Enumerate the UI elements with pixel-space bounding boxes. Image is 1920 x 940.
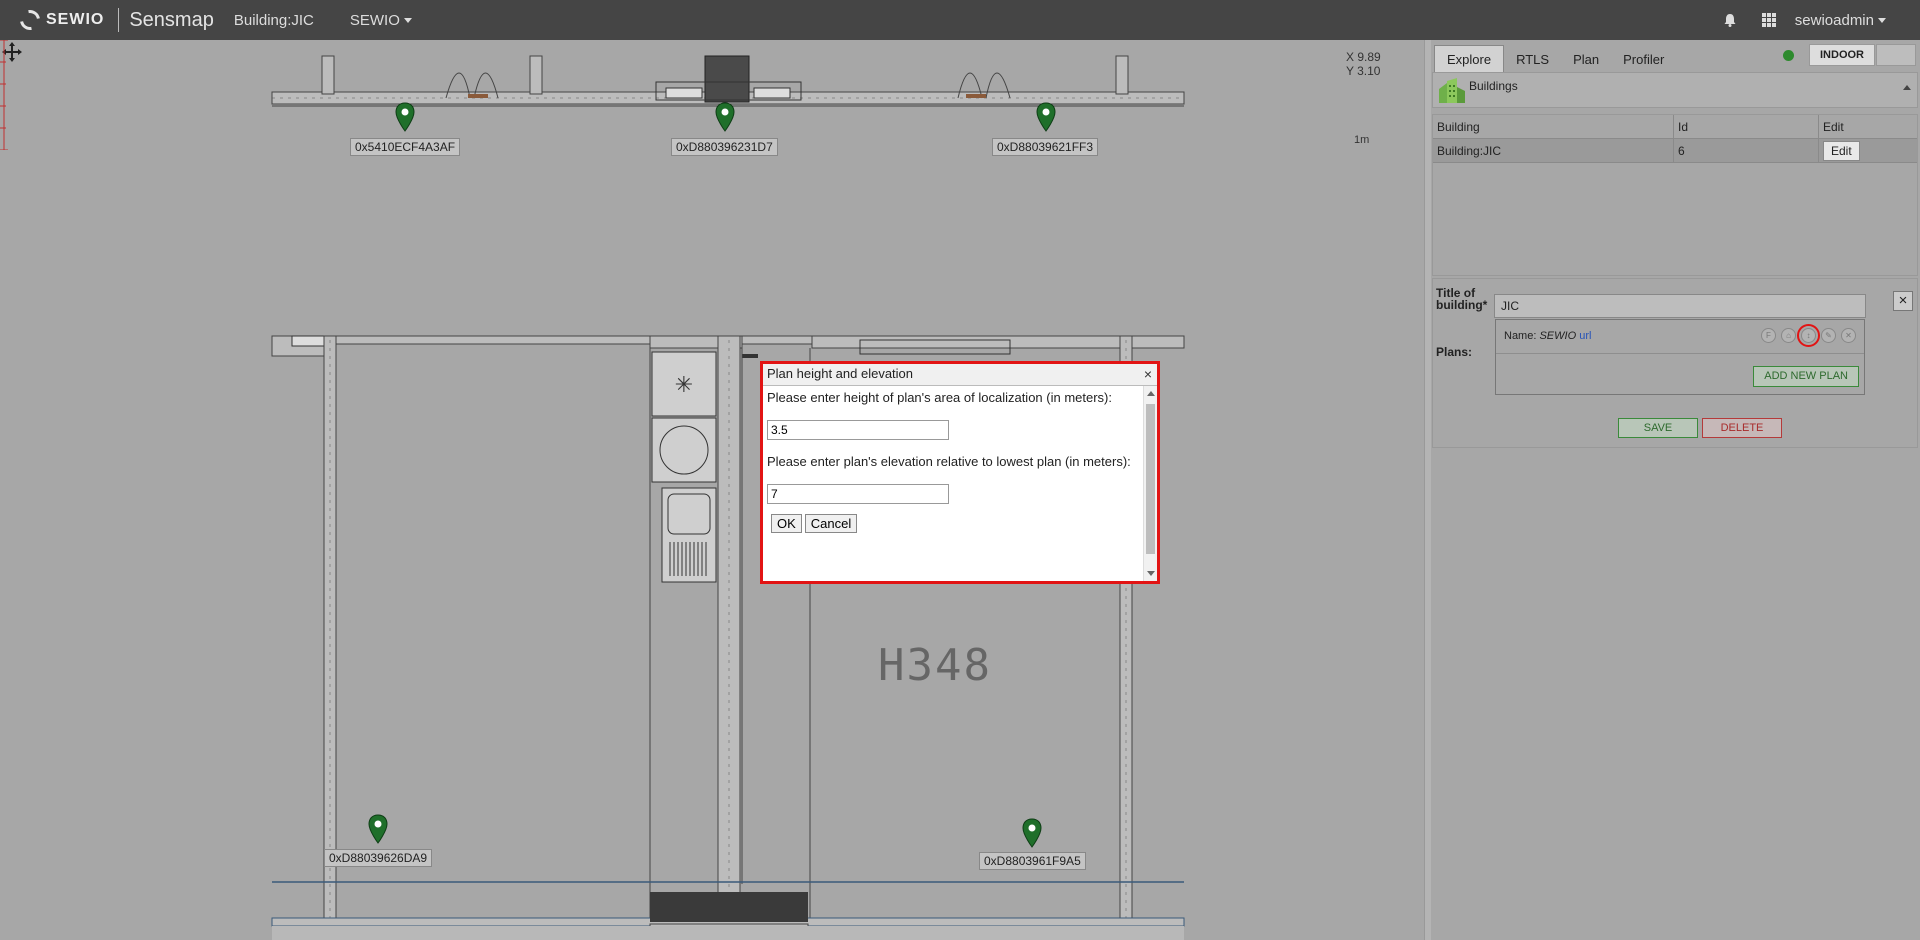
close-icon[interactable]: ×	[1144, 364, 1152, 384]
building-id-cell: 6	[1674, 139, 1819, 163]
column-header-id[interactable]: Id	[1674, 115, 1819, 139]
tab-rtls[interactable]: RTLS	[1504, 46, 1561, 73]
map-pin-icon	[395, 102, 415, 132]
elevation-prompt: Please enter plan's elevation relative t…	[767, 454, 1131, 469]
plan-height-elevation-dialog: Plan height and elevation × Please enter…	[760, 361, 1160, 584]
scroll-thumb[interactable]	[1146, 404, 1155, 554]
buildings-section-header[interactable]: Buildings	[1432, 72, 1918, 108]
table-header-row: Building Id Edit	[1433, 115, 1917, 139]
building-breadcrumb[interactable]: Building:JIC	[234, 12, 314, 29]
chevron-down-icon	[1878, 17, 1886, 23]
height-prompt: Please enter height of plan's area of lo…	[767, 390, 1113, 405]
tab-plan[interactable]: Plan	[1561, 46, 1611, 73]
map-pin-icon	[368, 814, 388, 844]
dialog-buttons: OK Cancel	[771, 514, 1137, 533]
plans-list: Name: SEWIO url F ⌂ ↕ ✎ ✕ ADD NEW PLAN	[1495, 319, 1865, 395]
org-label: SEWIO	[349, 11, 400, 29]
dialog-body: Please enter height of plan's area of lo…	[763, 386, 1141, 581]
table-row[interactable]: Building:JIC 6 Edit	[1433, 139, 1917, 163]
scale-label: 1m	[1354, 134, 1370, 146]
tag-label[interactable]: 0x5410ECF4A3AF	[350, 138, 461, 156]
title-of-building-label: Title of building*	[1436, 286, 1488, 312]
map-pin-icon	[715, 102, 735, 132]
right-panel: Explore RTLS Plan Profiler INDOOR Buildi…	[1431, 40, 1920, 940]
map-pin-icon	[1036, 102, 1056, 132]
coordinate-x: X 9.89	[1346, 50, 1381, 64]
bell-icon[interactable]	[1722, 12, 1738, 28]
sewio-logo-icon	[16, 6, 44, 34]
coordinate-y: Y 3.10	[1346, 64, 1381, 78]
save-button[interactable]: SAVE	[1618, 418, 1698, 438]
tag-label[interactable]: 0xD88039626DA9	[324, 849, 433, 867]
plan-item: Name: SEWIO url F ⌂ ↕ ✎ ✕	[1496, 320, 1864, 354]
map-pin-icon	[1022, 818, 1042, 848]
building-name-cell: Building:JIC	[1433, 139, 1674, 163]
edit-cell: Edit	[1819, 139, 1917, 163]
tag-label[interactable]: 0xD88039621FF3	[992, 138, 1099, 156]
outdoor-toggle[interactable]	[1876, 44, 1916, 66]
tab-explore[interactable]: Explore	[1434, 45, 1505, 73]
column-header-building[interactable]: Building	[1433, 115, 1674, 139]
building-edit-form: Title of building* JIC × Plans: Name: SE…	[1432, 278, 1918, 448]
org-dropdown[interactable]: SEWIO	[350, 12, 412, 29]
tag-label[interactable]: 0xD8803961F9A5	[979, 852, 1086, 870]
floor-plan-drawing: ✳	[271, 55, 1185, 940]
user-menu[interactable]: sewioadmin	[1795, 12, 1886, 29]
plan-height-elevation-icon[interactable]: ↕	[1797, 324, 1820, 347]
building-title-input[interactable]: JIC	[1494, 294, 1866, 318]
buildings-icon	[1439, 78, 1465, 103]
plan-name: Name: SEWIO url	[1504, 330, 1592, 342]
close-form-button[interactable]: ×	[1893, 291, 1913, 311]
cursor-coordinates: X 9.89 Y 3.10	[1346, 50, 1381, 78]
tag-label[interactable]: 0xD880396231D7	[671, 138, 778, 156]
buildings-title: Buildings	[1469, 79, 1518, 93]
room-label: H348	[878, 640, 992, 691]
logo-separator	[118, 8, 120, 32]
sewio-logo[interactable]: SEWIO	[16, 0, 105, 40]
plan-home-icon[interactable]: ⌂	[1781, 328, 1796, 343]
plan-edit-icon[interactable]: ✎	[1821, 328, 1836, 343]
height-input[interactable]	[767, 420, 949, 440]
indoor-button[interactable]: INDOOR	[1809, 44, 1875, 66]
cancel-button[interactable]: Cancel	[804, 514, 858, 533]
plans-label: Plans:	[1436, 345, 1473, 359]
scroll-up-icon[interactable]	[1147, 391, 1155, 396]
logo-text: SEWIO	[46, 11, 105, 28]
tab-profiler[interactable]: Profiler	[1611, 46, 1676, 73]
dialog-title-bar[interactable]: Plan height and elevation ×	[763, 364, 1157, 386]
svg-text:✳: ✳	[675, 373, 693, 398]
plan-name-value: SEWIO	[1539, 330, 1577, 342]
connection-status-icon	[1783, 50, 1794, 61]
plan-delete-icon[interactable]: ✕	[1841, 328, 1856, 343]
plan-url-link[interactable]: url	[1579, 330, 1591, 342]
chevron-down-icon	[403, 17, 412, 23]
column-header-edit: Edit	[1819, 115, 1917, 139]
dialog-title: Plan height and elevation	[767, 366, 914, 381]
apps-grid-icon[interactable]	[1761, 12, 1777, 28]
panel-splitter[interactable]	[1424, 40, 1431, 940]
top-navbar: SEWIO Sensmap Building:JIC SEWIO sewioad…	[0, 0, 1920, 40]
scale-bar	[0, 40, 8, 150]
scroll-down-icon[interactable]	[1147, 571, 1155, 576]
app-name: Sensmap	[129, 8, 214, 31]
collapse-icon[interactable]	[1903, 85, 1911, 90]
dialog-scrollbar[interactable]	[1143, 386, 1157, 581]
add-new-plan-button[interactable]: ADD NEW PLAN	[1753, 366, 1859, 387]
username: sewioadmin	[1794, 11, 1874, 29]
elevation-input[interactable]	[767, 484, 949, 504]
plan-actions: F ⌂ ↕ ✎ ✕	[1756, 324, 1856, 347]
ok-button[interactable]: OK	[771, 514, 802, 533]
edit-building-button[interactable]: Edit	[1823, 141, 1860, 161]
buildings-table: Building Id Edit Building:JIC 6 Edit	[1432, 114, 1918, 276]
delete-button[interactable]: DELETE	[1702, 418, 1782, 438]
floor-plan-map[interactable]: ✳ X 9.89 Y 3.10 1m H348 0x5410ECF4A3AF 0…	[0, 40, 1424, 940]
plan-info-icon[interactable]: F	[1761, 328, 1776, 343]
